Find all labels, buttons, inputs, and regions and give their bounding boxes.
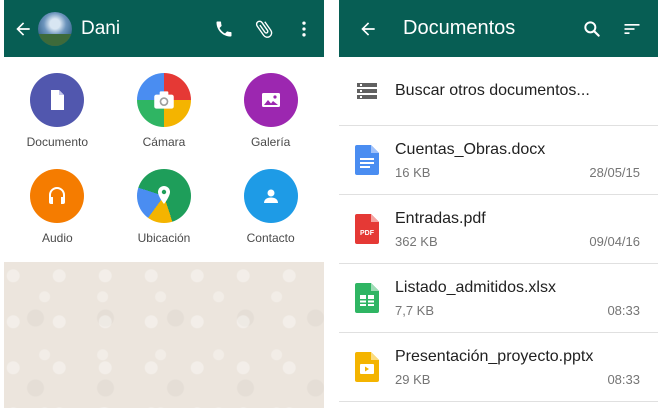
- attach-label: Ubicación: [137, 231, 191, 245]
- attach-audio[interactable]: Audio: [4, 169, 111, 265]
- file-date: 09/04/16: [589, 233, 640, 249]
- attach-label: Cámara: [142, 135, 186, 149]
- file-size: 362 KB: [395, 233, 438, 249]
- list-item[interactable]: PDF Entradas.pdf 362 KB 09/04/16: [339, 195, 658, 264]
- pdf-file-icon: PDF: [339, 214, 395, 244]
- location-icon[interactable]: [136, 169, 191, 223]
- attach-camera[interactable]: Cámara: [111, 73, 218, 169]
- attach-label: Documento: [26, 135, 89, 149]
- attach-gallery[interactable]: Galería: [217, 73, 324, 169]
- svg-text:PDF: PDF: [360, 230, 375, 237]
- chat-app-bar: Dani: [4, 0, 324, 57]
- chat-wallpaper: [4, 262, 324, 408]
- attach-label: Audio: [41, 231, 73, 245]
- document-icon[interactable]: [30, 73, 85, 127]
- chat-screen: Dani Documento Cámara Galería Audio Ubic…: [4, 0, 324, 408]
- list-item[interactable]: Listado_admitidos.xlsx 7,7 KB 08:33: [339, 264, 658, 333]
- file-size: 7,7 KB: [395, 302, 435, 318]
- gallery-icon[interactable]: [243, 73, 298, 127]
- contact-name[interactable]: Dani: [81, 18, 120, 40]
- spreadsheet-file-icon: [339, 283, 395, 313]
- search-icon[interactable]: [572, 9, 612, 49]
- presentation-file-icon: [339, 352, 395, 382]
- more-options-icon[interactable]: [284, 9, 324, 49]
- file-size: 29 KB: [395, 371, 431, 387]
- attach-label: Contacto: [246, 231, 295, 245]
- file-date: 08:33: [607, 371, 640, 387]
- file-name: Listado_admitidos.xlsx: [395, 278, 556, 296]
- documents-screen: Documentos Buscar otros documentos... Cu…: [339, 0, 658, 408]
- phone-icon[interactable]: [204, 9, 244, 49]
- sort-icon[interactable]: [612, 9, 652, 49]
- contact-avatar[interactable]: [38, 11, 72, 46]
- attach-contact[interactable]: Contacto: [217, 169, 324, 265]
- list-item[interactable]: Presentación_proyecto.pptx 29 KB 08:33: [339, 333, 658, 402]
- doc-file-icon: [339, 145, 395, 175]
- camera-icon[interactable]: [136, 73, 191, 127]
- file-date: 28/05/15: [589, 164, 640, 180]
- back-arrow-icon[interactable]: [355, 16, 381, 42]
- attach-document[interactable]: Documento: [4, 73, 111, 169]
- browse-other-documents[interactable]: Buscar otros documentos...: [339, 57, 658, 126]
- attach-location[interactable]: Ubicación: [111, 169, 218, 265]
- file-date: 08:33: [607, 302, 640, 318]
- list-icon: [339, 82, 395, 100]
- list-item[interactable]: Cuentas_Obras.docx 16 KB 28/05/15: [339, 126, 658, 195]
- file-name: Entradas.pdf: [395, 209, 486, 227]
- paperclip-icon[interactable]: [244, 9, 284, 49]
- file-size: 16 KB: [395, 164, 431, 180]
- headphones-icon[interactable]: [30, 169, 85, 223]
- page-title: Documentos: [403, 17, 516, 39]
- attach-panel: Documento Cámara Galería Audio Ubicación…: [4, 57, 324, 262]
- back-arrow-icon[interactable]: [10, 16, 36, 42]
- file-name: Cuentas_Obras.docx: [395, 140, 546, 158]
- documents-app-bar: Documentos: [339, 0, 658, 57]
- contact-icon[interactable]: [243, 169, 298, 223]
- file-name: Presentación_proyecto.pptx: [395, 347, 594, 365]
- browse-label: Buscar otros documentos...: [395, 82, 590, 99]
- attach-label: Galería: [250, 135, 291, 149]
